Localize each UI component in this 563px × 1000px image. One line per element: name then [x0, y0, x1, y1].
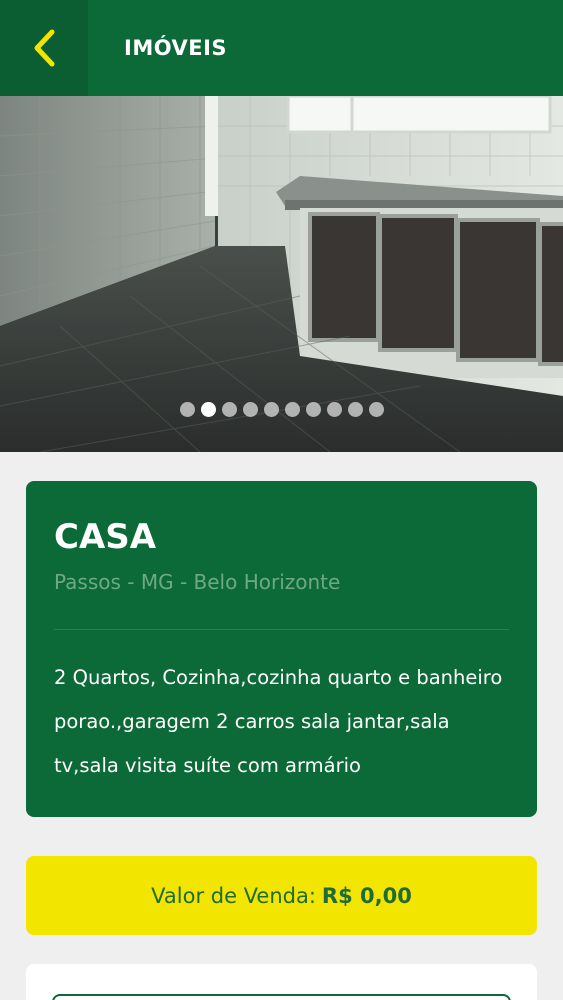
carousel-dot[interactable] — [179, 402, 195, 417]
property-photo — [0, 96, 563, 452]
price-value: R$ 0,00 — [321, 883, 412, 908]
chevron-left-icon — [34, 29, 55, 67]
page-title: IMÓVEIS — [124, 36, 228, 60]
carousel-dot[interactable] — [305, 402, 321, 417]
photo-carousel[interactable] — [0, 96, 563, 452]
carousel-dot-active[interactable] — [200, 402, 216, 417]
listing-type: CASA — [54, 517, 157, 557]
listing-location: Passos - MG - Belo Horizonte — [54, 570, 341, 594]
carousel-dot[interactable] — [284, 402, 300, 417]
back-button[interactable] — [0, 0, 88, 96]
carousel-pagination — [0, 402, 563, 417]
carousel-dot[interactable] — [263, 402, 279, 417]
carousel-dot[interactable] — [221, 402, 237, 417]
contact-button[interactable] — [52, 994, 511, 1000]
price-label: Valor de Venda: — [151, 883, 316, 908]
carousel-dot[interactable] — [242, 402, 258, 417]
divider — [54, 629, 509, 630]
carousel-dot[interactable] — [326, 402, 342, 417]
carousel-dot[interactable] — [347, 402, 363, 417]
listing-info-card: CASA Passos - MG - Belo Horizonte 2 Quar… — [26, 481, 537, 817]
listing-description: 2 Quartos, Cozinha,cozinha quarto e banh… — [54, 666, 503, 777]
top-app-bar: IMÓVEIS — [0, 0, 563, 96]
sale-price-banner: Valor de Venda: R$ 0,00 — [26, 856, 537, 935]
carousel-dot[interactable] — [368, 402, 384, 417]
contact-card — [26, 964, 537, 1000]
